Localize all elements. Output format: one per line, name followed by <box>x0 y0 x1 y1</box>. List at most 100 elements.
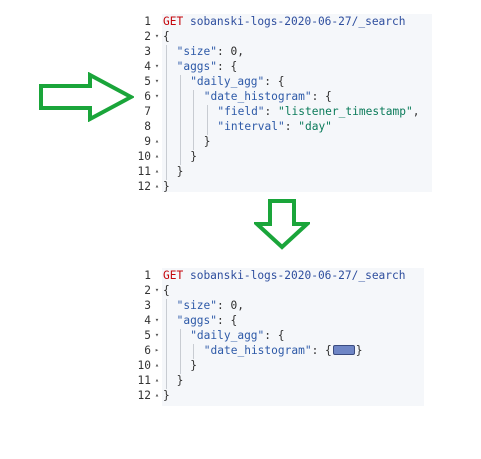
code-line[interactable]: 3 "size": 0, <box>134 44 432 59</box>
code-text: "aggs": { <box>177 59 238 74</box>
code-token: "field" <box>217 105 265 118</box>
line-number: 4 <box>144 60 151 73</box>
code-token: : <box>264 105 279 118</box>
code-token: "daily_agg" <box>190 329 265 342</box>
code-editor-expanded[interactable]: 1 GET sobanski-logs-2020-06-27/_search 2 ▾{… <box>134 14 432 194</box>
line-number: 12 <box>137 180 151 193</box>
code-token: sobanski-logs-2020-06-27/_search <box>189 269 406 282</box>
code-text: } <box>163 179 170 194</box>
code-token: : { <box>311 344 332 357</box>
code-line[interactable]: 1 GET sobanski-logs-2020-06-27/_search <box>134 14 432 29</box>
code-line[interactable]: 11 ▴} <box>134 164 432 179</box>
code-text: } <box>177 373 184 388</box>
line-number: 5 <box>144 75 151 88</box>
code-token: "daily_agg" <box>190 75 265 88</box>
code-editor-collapsed[interactable]: 1 GET sobanski-logs-2020-06-27/_search 2 ▾{… <box>134 268 424 406</box>
code-text: GET sobanski-logs-2020-06-27/_search <box>163 268 406 283</box>
code-text: "daily_agg": { <box>190 74 284 89</box>
code-token: } <box>176 165 184 178</box>
code-token: } <box>203 135 211 148</box>
line-number: 8 <box>144 120 151 133</box>
code-token: : <box>217 299 231 312</box>
fold-open-icon[interactable]: ▾ <box>153 283 161 298</box>
code-text: GET sobanski-logs-2020-06-27/_search <box>163 14 406 29</box>
line-number: 6 <box>144 344 151 357</box>
line-number: 10 <box>137 359 151 372</box>
code-text: "daily_agg": { <box>190 328 284 343</box>
code-token: : { <box>264 75 285 88</box>
code-text: "aggs": { <box>177 313 238 328</box>
code-token: "date_histogram" <box>203 344 312 357</box>
code-line[interactable]: 2 ▾{ <box>134 29 432 44</box>
down-arrow-icon <box>254 199 310 250</box>
code-token: sobanski-logs-2020-06-27/_search <box>189 15 406 28</box>
code-line[interactable]: 3 "size": 0, <box>134 298 424 313</box>
line-number: 4 <box>144 314 151 327</box>
fold-open-icon[interactable]: ▾ <box>153 74 161 89</box>
code-line[interactable]: 4 ▾ "aggs": { <box>134 59 432 74</box>
code-token: "size" <box>176 299 218 312</box>
code-line[interactable]: 10 ▴} <box>134 358 424 373</box>
fold-end-icon[interactable]: ▴ <box>153 358 161 373</box>
line-number: 3 <box>144 45 151 58</box>
fold-end-icon[interactable]: ▴ <box>153 164 161 179</box>
line-number: 1 <box>144 269 151 282</box>
code-token: "aggs" <box>176 314 218 327</box>
fold-open-icon[interactable]: ▾ <box>153 29 161 44</box>
fold-open-icon[interactable]: ▾ <box>153 313 161 328</box>
code-text: { <box>163 29 170 44</box>
code-token: , <box>237 299 244 312</box>
fold-open-icon[interactable]: ▾ <box>153 59 161 74</box>
line-number: 11 <box>137 165 151 178</box>
fold-end-icon[interactable]: ▴ <box>153 388 161 403</box>
code-line[interactable]: 12 ▴} <box>134 388 424 403</box>
line-number: 9 <box>144 135 151 148</box>
code-token: } <box>163 389 170 402</box>
code-token: : <box>217 45 231 58</box>
code-token: : <box>284 120 299 133</box>
code-text: } <box>163 388 170 403</box>
code-token: } <box>355 344 363 357</box>
code-line[interactable]: 1 GET sobanski-logs-2020-06-27/_search <box>134 268 424 283</box>
code-token: "date_histogram" <box>203 90 312 103</box>
fold-closed-icon[interactable]: ▸ <box>153 343 161 358</box>
fold-end-icon[interactable]: ▴ <box>153 179 161 194</box>
indent-guide <box>206 105 208 135</box>
code-text: "interval": "day" <box>217 119 332 134</box>
code-text: "date_histogram": { <box>204 89 332 104</box>
code-token: { <box>163 284 170 297</box>
line-number: 11 <box>137 374 151 387</box>
fold-end-icon[interactable]: ▴ <box>153 134 161 149</box>
fold-open-icon[interactable]: ▾ <box>153 328 161 343</box>
code-line[interactable]: 4 ▾ "aggs": { <box>134 313 424 328</box>
code-token: "listener_timestamp" <box>278 105 413 118</box>
code-token: "size" <box>176 45 218 58</box>
code-token: : { <box>311 90 332 103</box>
collapsed-block-marker[interactable] <box>332 345 355 355</box>
code-text: "date_histogram": {} <box>204 343 363 358</box>
code-line[interactable]: 5 ▾ "daily_agg": { <box>134 328 424 343</box>
code-token: "aggs" <box>176 60 218 73</box>
indent-guide <box>179 329 181 374</box>
fold-open-icon[interactable]: ▾ <box>153 89 161 104</box>
code-line[interactable]: 6 ▸ "date_histogram": {} <box>134 343 424 358</box>
code-token: : { <box>217 60 238 73</box>
indent-guide <box>179 75 181 165</box>
indent-guide <box>166 45 167 180</box>
code-line[interactable]: 2 ▾{ <box>134 283 424 298</box>
right-arrow-icon <box>39 72 134 122</box>
code-line[interactable]: 12 ▴} <box>134 179 432 194</box>
code-text: "size": 0, <box>177 44 244 59</box>
code-line[interactable]: 11 ▴} <box>134 373 424 388</box>
code-text: { <box>163 283 170 298</box>
fold-end-icon[interactable]: ▴ <box>153 373 161 388</box>
code-token: { <box>163 30 170 43</box>
code-text: } <box>190 358 197 373</box>
fold-end-icon[interactable]: ▴ <box>153 149 161 164</box>
line-number: 7 <box>144 105 151 118</box>
code-token: GET <box>163 269 184 282</box>
line-number: 2 <box>144 284 151 297</box>
line-number: 3 <box>144 299 151 312</box>
